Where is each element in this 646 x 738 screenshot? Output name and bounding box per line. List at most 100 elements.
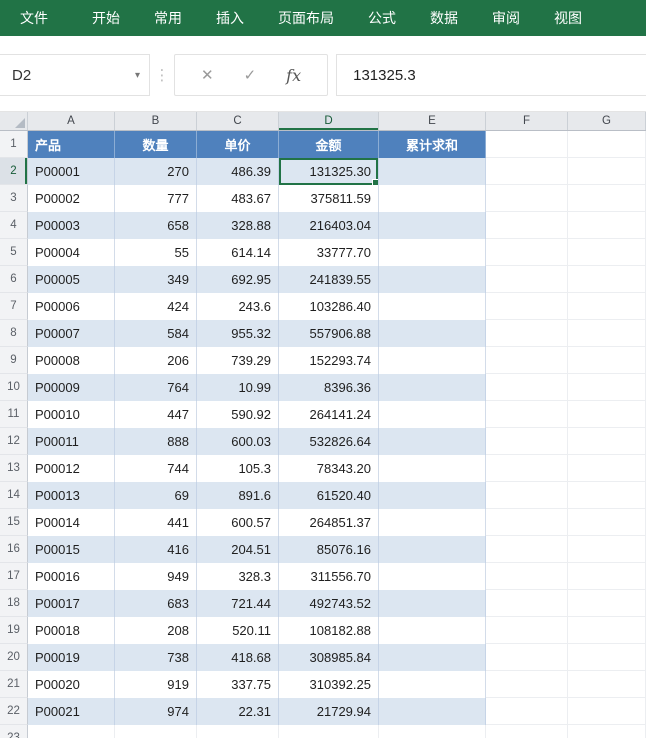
cell-A4[interactable]: P00003 xyxy=(28,212,115,239)
cell-F15[interactable] xyxy=(486,509,568,536)
row-header-8[interactable]: 8 xyxy=(0,320,28,347)
cell-C22[interactable]: 22.31 xyxy=(197,698,279,725)
row-header-18[interactable]: 18 xyxy=(0,590,28,617)
cell-D19[interactable]: 108182.88 xyxy=(279,617,379,644)
cell-E22[interactable] xyxy=(379,698,486,725)
select-all-corner[interactable] xyxy=(0,112,28,130)
cell-A22[interactable]: P00021 xyxy=(28,698,115,725)
cell-F2[interactable] xyxy=(486,158,568,185)
cell-B4[interactable]: 658 xyxy=(115,212,197,239)
cell-C1[interactable]: 单价 xyxy=(197,131,279,158)
cell-B10[interactable]: 764 xyxy=(115,374,197,401)
cell-A11[interactable]: P00010 xyxy=(28,401,115,428)
cell-A23[interactable] xyxy=(28,725,115,738)
ribbon-tab-insert[interactable]: 插入 xyxy=(199,0,261,36)
cell-F1[interactable] xyxy=(486,131,568,158)
row-header-12[interactable]: 12 xyxy=(0,428,28,455)
row-header-20[interactable]: 20 xyxy=(0,644,28,671)
column-header-F[interactable]: F xyxy=(486,112,568,130)
cell-E1[interactable]: 累计求和 xyxy=(379,131,486,158)
cell-E8[interactable] xyxy=(379,320,486,347)
cell-E5[interactable] xyxy=(379,239,486,266)
cell-B15[interactable]: 441 xyxy=(115,509,197,536)
cell-G20[interactable] xyxy=(568,644,646,671)
cell-D15[interactable]: 264851.37 xyxy=(279,509,379,536)
cell-E2[interactable] xyxy=(379,158,486,185)
column-header-E[interactable]: E xyxy=(379,112,486,130)
cell-A7[interactable]: P00006 xyxy=(28,293,115,320)
cell-E10[interactable] xyxy=(379,374,486,401)
cell-G2[interactable] xyxy=(568,158,646,185)
ribbon-tab-file[interactable]: 文件 xyxy=(3,0,65,36)
cell-E20[interactable] xyxy=(379,644,486,671)
row-header-6[interactable]: 6 xyxy=(0,266,28,293)
cell-A12[interactable]: P00011 xyxy=(28,428,115,455)
cell-G7[interactable] xyxy=(568,293,646,320)
cell-D5[interactable]: 33777.70 xyxy=(279,239,379,266)
cell-D13[interactable]: 78343.20 xyxy=(279,455,379,482)
cell-F5[interactable] xyxy=(486,239,568,266)
row-header-15[interactable]: 15 xyxy=(0,509,28,536)
cell-A6[interactable]: P00005 xyxy=(28,266,115,293)
column-header-B[interactable]: B xyxy=(115,112,197,130)
cell-G13[interactable] xyxy=(568,455,646,482)
row-header-2[interactable]: 2 xyxy=(0,158,28,185)
column-header-A[interactable]: A xyxy=(28,112,115,130)
cell-A16[interactable]: P00015 xyxy=(28,536,115,563)
cell-E19[interactable] xyxy=(379,617,486,644)
cell-C5[interactable]: 614.14 xyxy=(197,239,279,266)
cell-D1[interactable]: 金额 xyxy=(279,131,379,158)
cell-A15[interactable]: P00014 xyxy=(28,509,115,536)
cell-G16[interactable] xyxy=(568,536,646,563)
cell-C16[interactable]: 204.51 xyxy=(197,536,279,563)
cell-C6[interactable]: 692.95 xyxy=(197,266,279,293)
cell-B21[interactable]: 919 xyxy=(115,671,197,698)
cell-G5[interactable] xyxy=(568,239,646,266)
row-header-10[interactable]: 10 xyxy=(0,374,28,401)
row-header-11[interactable]: 11 xyxy=(0,401,28,428)
cell-B14[interactable]: 69 xyxy=(115,482,197,509)
row-header-3[interactable]: 3 xyxy=(0,185,28,212)
cell-G1[interactable] xyxy=(568,131,646,158)
cell-A9[interactable]: P00008 xyxy=(28,347,115,374)
row-header-7[interactable]: 7 xyxy=(0,293,28,320)
row-header-1[interactable]: 1 xyxy=(0,131,28,158)
cell-D18[interactable]: 492743.52 xyxy=(279,590,379,617)
cell-B18[interactable]: 683 xyxy=(115,590,197,617)
cell-D11[interactable]: 264141.24 xyxy=(279,401,379,428)
cell-C4[interactable]: 328.88 xyxy=(197,212,279,239)
cell-F3[interactable] xyxy=(486,185,568,212)
cell-A18[interactable]: P00017 xyxy=(28,590,115,617)
row-header-13[interactable]: 13 xyxy=(0,455,28,482)
cell-F17[interactable] xyxy=(486,563,568,590)
cell-C23[interactable] xyxy=(197,725,279,738)
cell-C7[interactable]: 243.6 xyxy=(197,293,279,320)
row-header-17[interactable]: 17 xyxy=(0,563,28,590)
cell-C8[interactable]: 955.32 xyxy=(197,320,279,347)
ribbon-tab-data[interactable]: 数据 xyxy=(413,0,475,36)
cell-D8[interactable]: 557906.88 xyxy=(279,320,379,347)
row-header-23[interactable]: 23 xyxy=(0,725,28,738)
cell-A10[interactable]: P00009 xyxy=(28,374,115,401)
cell-G9[interactable] xyxy=(568,347,646,374)
cell-A19[interactable]: P00018 xyxy=(28,617,115,644)
cell-C20[interactable]: 418.68 xyxy=(197,644,279,671)
cell-D20[interactable]: 308985.84 xyxy=(279,644,379,671)
row-header-9[interactable]: 9 xyxy=(0,347,28,374)
cell-E18[interactable] xyxy=(379,590,486,617)
cell-G11[interactable] xyxy=(568,401,646,428)
cell-E6[interactable] xyxy=(379,266,486,293)
cell-G23[interactable] xyxy=(568,725,646,738)
column-header-C[interactable]: C xyxy=(197,112,279,130)
cell-G3[interactable] xyxy=(568,185,646,212)
cell-F9[interactable] xyxy=(486,347,568,374)
cell-B19[interactable]: 208 xyxy=(115,617,197,644)
cell-A1[interactable]: 产品 xyxy=(28,131,115,158)
cell-D23[interactable] xyxy=(279,725,379,738)
cell-G14[interactable] xyxy=(568,482,646,509)
formula-input[interactable]: 131325.3 xyxy=(336,54,646,96)
cell-F6[interactable] xyxy=(486,266,568,293)
cell-D17[interactable]: 311556.70 xyxy=(279,563,379,590)
formula-bar-grip-icon[interactable]: ⋮ xyxy=(150,54,174,96)
cell-E23[interactable] xyxy=(379,725,486,738)
